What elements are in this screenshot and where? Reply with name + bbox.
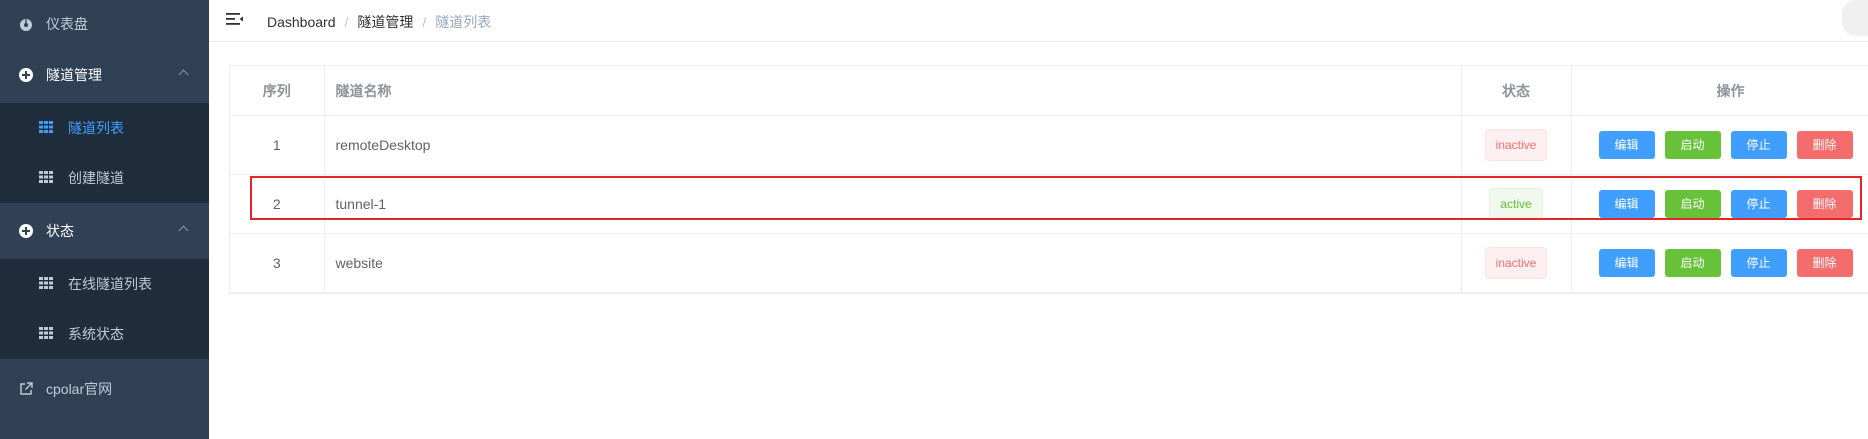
sidebar-item-system-status[interactable]: 系统状态 [0, 309, 209, 359]
dashboard-icon [19, 17, 33, 31]
column-header-actions: 操作 [1571, 66, 1868, 116]
sidebar-item-create-tunnel[interactable]: 创建隧道 [0, 153, 209, 203]
start-button[interactable]: 启动 [1664, 249, 1721, 277]
sidebar-item-label: 隧道列表 [68, 120, 124, 136]
table-row: 3 website inactive 编辑 启动 停止 删除 [230, 233, 1868, 293]
row-name: website [324, 233, 1462, 293]
sidebar-item-tunnel-list[interactable]: 隧道列表 [0, 103, 209, 153]
breadcrumb-item-tunnel-management[interactable]: 隧道管理 [357, 12, 413, 32]
external-link-icon [19, 382, 33, 396]
sidebar-item-label: 隧道管理 [46, 67, 102, 83]
chevron-up-icon [178, 225, 189, 236]
chevron-up-icon [178, 69, 189, 80]
row-index: 2 [230, 174, 325, 234]
column-header-name: 隧道名称 [324, 66, 1462, 116]
sidebar-item-label: 系统状态 [68, 326, 124, 342]
breadcrumb-item-dashboard[interactable]: Dashboard [267, 14, 336, 30]
delete-button[interactable]: 删除 [1796, 249, 1853, 277]
row-index: 3 [230, 233, 325, 293]
table-row: 2 tunnel-1 active 编辑 启动 停止 删除 [230, 174, 1868, 234]
edit-button[interactable]: 编辑 [1598, 190, 1655, 218]
stop-button[interactable]: 停止 [1730, 190, 1787, 218]
grid-icon [39, 327, 53, 341]
sidebar-item-label: 在线隧道列表 [68, 276, 152, 292]
sidebar-item-label: 创建隧道 [68, 170, 124, 186]
grid-icon [39, 277, 53, 291]
table-header-row: 序列 隧道名称 状态 操作 [230, 66, 1868, 116]
edit-button[interactable]: 编辑 [1598, 131, 1655, 159]
tunnel-table: 序列 隧道名称 状态 操作 1 remoteDesktop inactive 编… [229, 65, 1868, 294]
plus-circle-icon [19, 68, 33, 82]
breadcrumb-separator: / [344, 14, 349, 30]
status-badge: active [1489, 188, 1543, 220]
status-badge: inactive [1484, 129, 1548, 161]
column-header-index: 序列 [230, 66, 325, 116]
avatar[interactable] [1842, 0, 1868, 36]
edit-button[interactable]: 编辑 [1598, 249, 1655, 277]
table-row: 1 remoteDesktop inactive 编辑 启动 停止 删除 [230, 115, 1868, 175]
hamburger-icon[interactable] [226, 12, 244, 28]
delete-button[interactable]: 删除 [1796, 131, 1853, 159]
plus-circle-icon [19, 224, 33, 238]
grid-icon [39, 171, 53, 185]
sidebar-item-status[interactable]: 状态 [0, 203, 209, 259]
breadcrumb: Dashboard / 隧道管理 / 隧道列表 [267, 12, 491, 32]
row-index: 1 [230, 115, 325, 175]
stop-button[interactable]: 停止 [1730, 249, 1787, 277]
sidebar-item-dashboard[interactable]: 仪表盘 [0, 0, 209, 47]
start-button[interactable]: 启动 [1664, 131, 1721, 159]
navbar: Dashboard / 隧道管理 / 隧道列表 [209, 0, 1868, 42]
sidebar-item-official-site[interactable]: cpolar官网 [0, 359, 209, 419]
row-name: remoteDesktop [324, 115, 1462, 175]
stop-button[interactable]: 停止 [1730, 131, 1787, 159]
grid-icon [39, 121, 53, 135]
breadcrumb-item-current: 隧道列表 [435, 14, 492, 30]
start-button[interactable]: 启动 [1664, 190, 1721, 218]
sidebar-item-label: cpolar官网 [46, 381, 113, 397]
sidebar: 仪表盘 隧道管理 隧道列表 创建隧道 状态 在线隧道列表 系统状态 cpolar… [0, 0, 209, 439]
status-badge: inactive [1484, 247, 1548, 279]
sidebar-item-tunnel-management[interactable]: 隧道管理 [0, 47, 209, 103]
sidebar-item-label: 状态 [46, 223, 74, 239]
sidebar-item-online-tunnels[interactable]: 在线隧道列表 [0, 259, 209, 309]
breadcrumb-separator: / [422, 14, 427, 30]
sidebar-item-label: 仪表盘 [46, 15, 88, 32]
delete-button[interactable]: 删除 [1796, 190, 1853, 218]
row-name: tunnel-1 [324, 174, 1462, 234]
column-header-status: 状态 [1461, 66, 1572, 116]
